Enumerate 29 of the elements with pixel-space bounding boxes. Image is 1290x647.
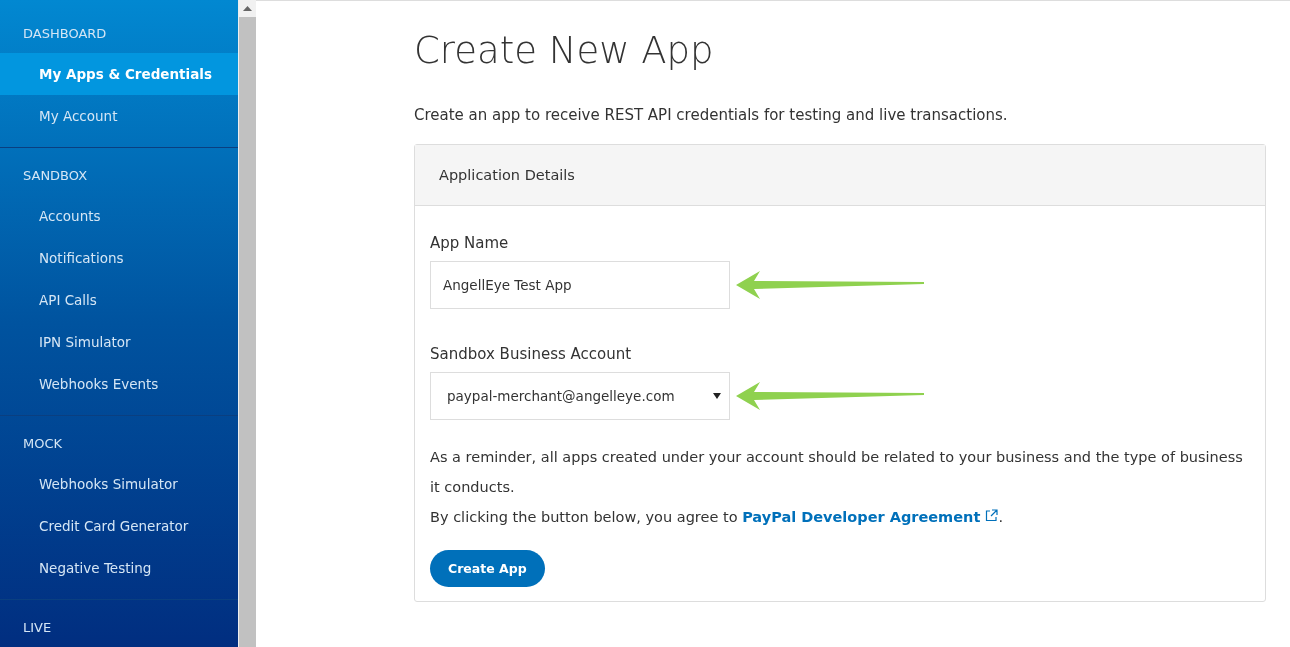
- sidebar-heading: MOCK: [22, 436, 64, 453]
- sidebar-item[interactable]: Credit Card Generator: [0, 505, 238, 547]
- reminder-text: As a reminder, all apps created under your account should be related to your business and the type of business it conducts.: [430, 448, 1244, 497]
- panel-header: Application Details: [415, 145, 1265, 206]
- sidebar-item[interactable]: Webhooks Events: [0, 363, 238, 405]
- sidebar-item[interactable]: Accounts: [0, 195, 238, 237]
- agreement-text: By clicking the button below, you agree to PayPal Developer Agreement .: [430, 508, 1004, 527]
- sidebar-item[interactable]: IPN Simulator: [0, 321, 238, 363]
- sidebar-item[interactable]: Webhooks Simulator: [0, 463, 238, 505]
- scroll-up-icon[interactable]: [243, 6, 252, 11]
- field-label: Sandbox Business Account: [430, 345, 633, 363]
- sidebar-item[interactable]: My Account: [0, 95, 238, 137]
- sidebar-item[interactable]: Notifications: [0, 237, 238, 279]
- sidebar-heading: LIVE: [22, 620, 53, 637]
- app-name-field[interactable]: AngellEye Test App: [430, 261, 730, 309]
- account-dropdown[interactable]: paypal-merchant@angelleye.com: [430, 372, 730, 420]
- agreement-link[interactable]: PayPal Developer Agreement: [742, 509, 999, 525]
- page-title: Create New App: [414, 29, 715, 72]
- caret-icon: [713, 393, 721, 399]
- sidebar-heading: DASHBOARD: [22, 26, 108, 43]
- sidebar-item[interactable]: My Apps & Credentials: [0, 53, 238, 95]
- sidebar-item[interactable]: Negative Testing: [0, 547, 238, 589]
- field-label: App Name: [430, 234, 510, 252]
- scrollbar[interactable]: [238, 0, 256, 647]
- sidebar-heading: SANDBOX: [22, 168, 89, 185]
- sidebar-item[interactable]: API Calls: [0, 279, 238, 321]
- external-link-icon: [985, 509, 999, 522]
- intro-text: Create an app to receive REST API credentials for testing and live transactions.: [414, 106, 1009, 124]
- create-app-button[interactable]: Create App: [430, 550, 545, 587]
